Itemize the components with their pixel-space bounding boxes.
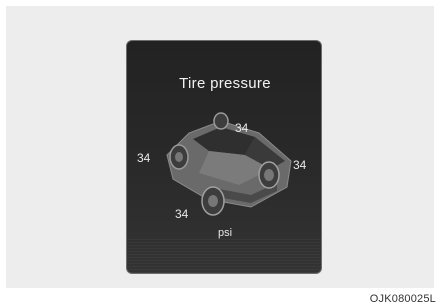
pressure-rear-right: 34 (293, 158, 307, 172)
cluster-display: Tire pressure 34 34 34 34 psi (126, 40, 322, 274)
car-icon (166, 112, 292, 216)
pressure-front-left: 34 (137, 151, 151, 165)
pressure-front-right: 34 (235, 121, 249, 135)
display-title: Tire pressure (179, 75, 271, 92)
figure-code: OJK080025L (369, 293, 436, 305)
wheel-front-right (213, 112, 229, 130)
pressure-unit: psi (217, 227, 233, 239)
pressure-rear-left: 34 (175, 207, 189, 221)
